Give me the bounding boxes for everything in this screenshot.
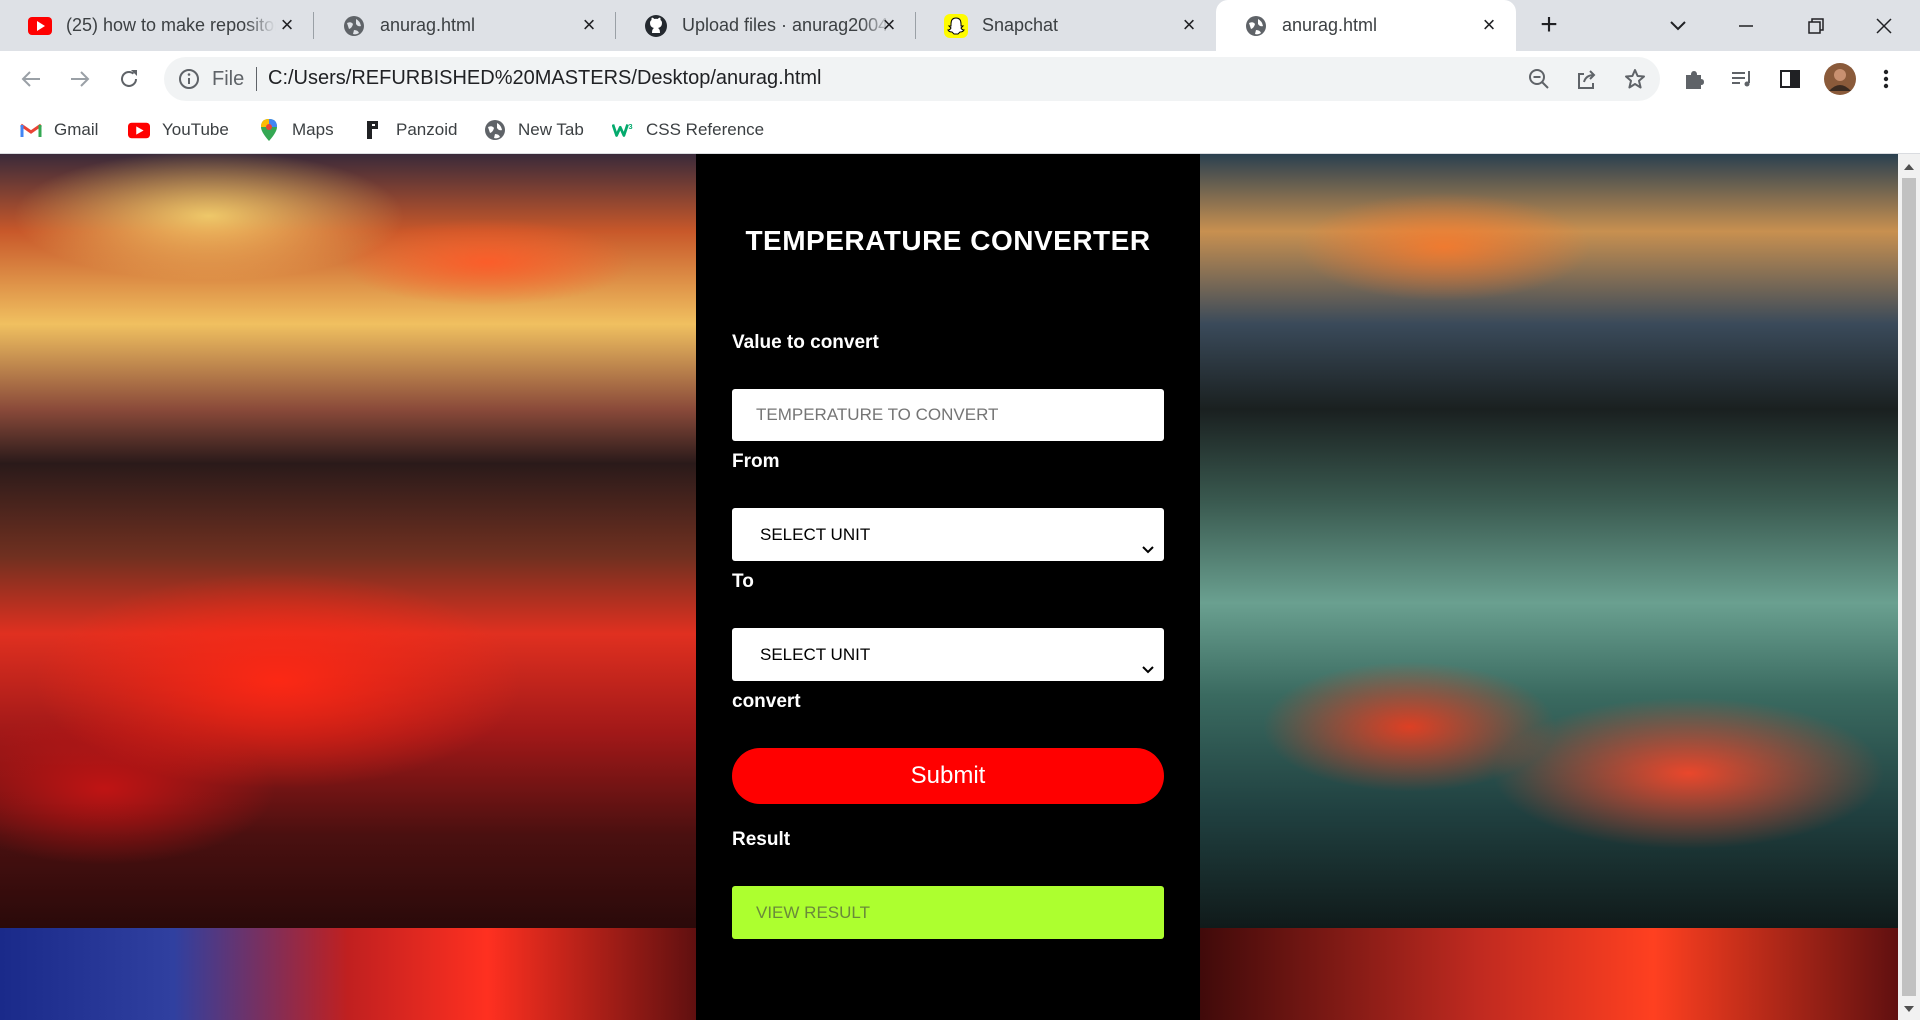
gmail-icon bbox=[20, 119, 42, 141]
close-icon[interactable]: × bbox=[1178, 14, 1200, 36]
restore-icon[interactable] bbox=[1798, 8, 1834, 44]
scroll-down-icon[interactable] bbox=[1903, 1002, 1915, 1014]
from-label: From bbox=[732, 451, 780, 472]
tab-title: Upload files · anurag2004 bbox=[682, 15, 889, 35]
tab-title: Snapchat bbox=[982, 15, 1059, 35]
youtube-icon bbox=[28, 14, 52, 38]
tab-anurag-html[interactable]: anurag.html × bbox=[314, 0, 616, 51]
value-label: Value to convert bbox=[732, 332, 879, 353]
bookmark-maps[interactable]: Maps bbox=[258, 117, 334, 143]
snapchat-icon bbox=[944, 13, 968, 38]
window-close-icon[interactable] bbox=[1866, 8, 1902, 44]
to-unit-select[interactable]: SELECT UNIT bbox=[732, 628, 1164, 681]
scheme-label: File bbox=[212, 68, 245, 90]
submit-button[interactable]: Submit bbox=[732, 748, 1164, 804]
temperature-input[interactable] bbox=[732, 389, 1164, 441]
bookmark-gmail[interactable]: Gmail bbox=[20, 117, 98, 143]
from-unit-value: SELECT UNIT bbox=[760, 525, 871, 544]
background-strip-left bbox=[0, 928, 696, 1020]
tab-title: anurag.html bbox=[1282, 15, 1378, 35]
address-url[interactable]: C:/Users/REFURBISHED%20MASTERS/Desktop/a… bbox=[268, 67, 822, 90]
extensions-icon[interactable] bbox=[1680, 65, 1708, 93]
bookmark-youtube[interactable]: YouTube bbox=[128, 117, 229, 143]
page-viewport: TEMPERATURE CONVERTER Value to convert F… bbox=[0, 154, 1898, 1020]
bookmark-css-reference[interactable]: 3 CSS Reference bbox=[612, 117, 764, 143]
close-icon[interactable]: × bbox=[578, 14, 600, 36]
tab-title: anurag.html bbox=[380, 15, 476, 35]
scroll-up-icon[interactable] bbox=[1903, 160, 1915, 172]
tab-youtube[interactable]: (25) how to make repository × bbox=[0, 0, 314, 51]
globe-icon bbox=[484, 119, 506, 141]
chevron-down-icon bbox=[1140, 646, 1156, 674]
bookmark-label: Maps bbox=[292, 120, 334, 139]
side-panel-icon[interactable] bbox=[1776, 65, 1804, 93]
more-menu-icon[interactable] bbox=[1872, 65, 1900, 93]
close-icon[interactable]: × bbox=[1478, 14, 1500, 36]
browser-toolbar: File C:/Users/REFURBISHED%20MASTERS/Desk… bbox=[0, 51, 1920, 105]
to-label: To bbox=[732, 571, 754, 592]
close-icon[interactable]: × bbox=[878, 14, 900, 36]
page-scrollbar[interactable] bbox=[1898, 154, 1920, 1020]
panzoid-icon bbox=[362, 119, 384, 141]
background-strip-right bbox=[1200, 928, 1898, 1020]
address-bar[interactable]: File C:/Users/REFURBISHED%20MASTERS/Desk… bbox=[164, 57, 1660, 101]
avatar[interactable] bbox=[1824, 63, 1856, 95]
tab-search-icon[interactable] bbox=[1660, 8, 1696, 44]
converter-panel: TEMPERATURE CONVERTER Value to convert F… bbox=[696, 154, 1200, 1020]
background-image-right bbox=[1200, 154, 1898, 928]
globe-icon bbox=[1244, 14, 1268, 38]
bookmark-label: Panzoid bbox=[396, 120, 458, 139]
forward-icon[interactable] bbox=[63, 62, 97, 96]
convert-label: convert bbox=[732, 691, 801, 712]
result-field[interactable]: VIEW RESULT bbox=[732, 886, 1164, 939]
bookmark-panzoid[interactable]: Panzoid bbox=[362, 117, 457, 143]
bookmark-label: Gmail bbox=[54, 120, 99, 139]
from-unit-select[interactable]: SELECT UNIT bbox=[732, 508, 1164, 561]
minimize-icon[interactable] bbox=[1728, 8, 1764, 44]
tab-snapchat[interactable]: Snapchat × bbox=[916, 0, 1216, 51]
bookmark-star-icon[interactable] bbox=[1622, 66, 1648, 92]
info-icon[interactable] bbox=[178, 68, 200, 90]
close-icon[interactable]: × bbox=[276, 14, 298, 36]
svg-text:3: 3 bbox=[629, 122, 633, 131]
to-unit-value: SELECT UNIT bbox=[760, 645, 871, 664]
w3schools-icon: 3 bbox=[612, 119, 634, 141]
back-icon[interactable] bbox=[14, 62, 48, 96]
chevron-down-icon bbox=[1140, 526, 1156, 554]
maps-icon bbox=[258, 119, 280, 141]
zoom-icon[interactable] bbox=[1526, 66, 1552, 92]
address-divider bbox=[256, 67, 257, 91]
scroll-thumb[interactable] bbox=[1902, 178, 1916, 996]
new-tab-button[interactable]: + bbox=[1533, 10, 1565, 42]
globe-icon bbox=[342, 14, 366, 38]
share-icon[interactable] bbox=[1574, 66, 1600, 92]
youtube-icon bbox=[128, 119, 150, 141]
tab-anurag-html-active[interactable]: anurag.html × bbox=[1216, 0, 1516, 51]
bookmark-label: CSS Reference bbox=[646, 120, 765, 139]
bookmarks-bar: Gmail YouTube Maps Panzoid New Tab 3 CSS… bbox=[0, 105, 1920, 154]
background-image-left bbox=[0, 154, 696, 928]
github-icon bbox=[644, 14, 668, 38]
media-control-icon[interactable] bbox=[1728, 65, 1756, 93]
bookmark-label: YouTube bbox=[162, 120, 229, 139]
tab-github[interactable]: Upload files · anurag2004 × bbox=[616, 0, 916, 51]
page-title: TEMPERATURE CONVERTER bbox=[745, 225, 1151, 256]
result-label: Result bbox=[732, 829, 791, 850]
bookmark-new-tab[interactable]: New Tab bbox=[484, 117, 584, 143]
bookmark-label: New Tab bbox=[518, 120, 584, 139]
tab-strip: (25) how to make repository × anurag.htm… bbox=[0, 0, 1920, 51]
tab-title: (25) how to make repository bbox=[66, 15, 276, 35]
reload-icon[interactable] bbox=[112, 62, 146, 96]
